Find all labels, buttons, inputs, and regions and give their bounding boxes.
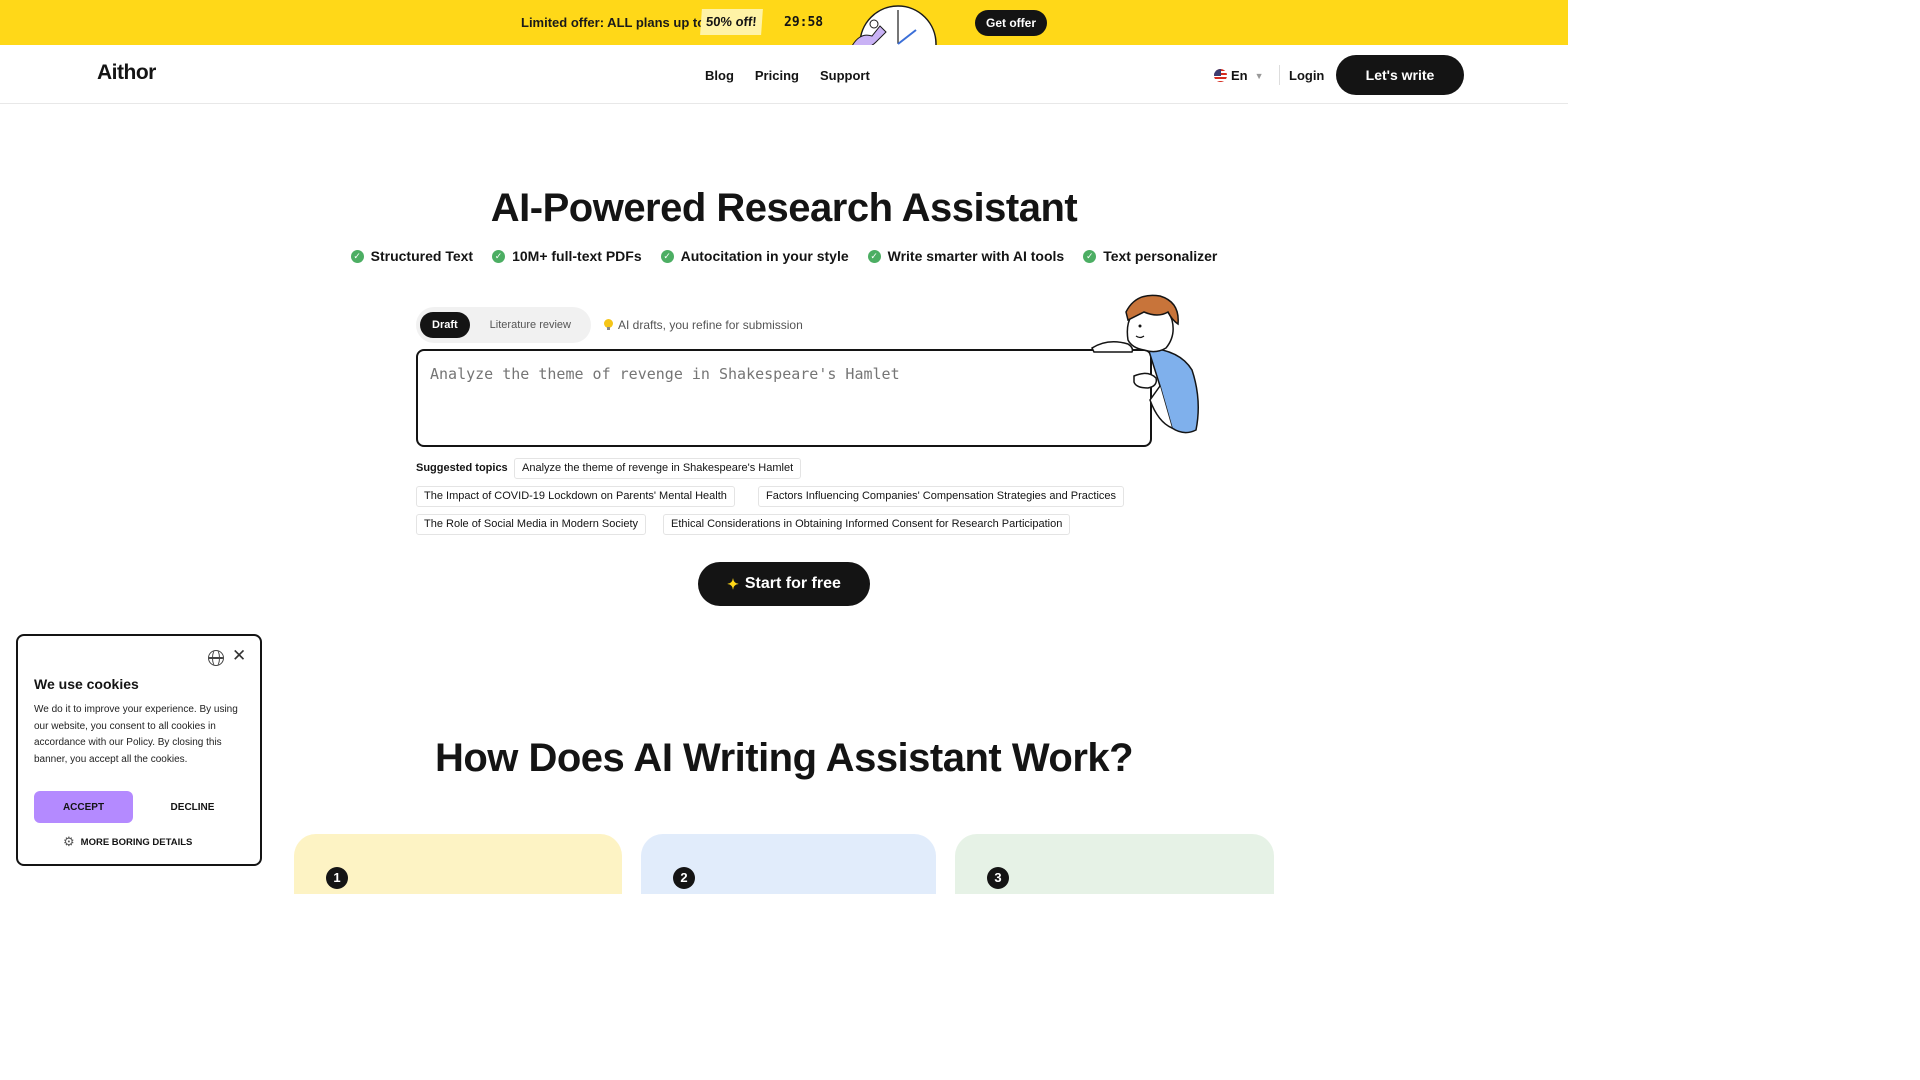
nav-support-link[interactable]: Support <box>820 68 870 83</box>
step-card-3: 3 <box>955 834 1274 894</box>
cookie-banner: ✕ We use cookies We do it to improve you… <box>16 634 262 866</box>
close-icon[interactable]: ✕ <box>232 646 246 666</box>
feature-label: Write smarter with AI tools <box>887 248 1065 264</box>
more-details-link[interactable]: ⚙ MORE BORING DETAILS <box>63 834 192 850</box>
accept-cookies-button[interactable]: ACCEPT <box>34 791 133 823</box>
feature-label: Autocitation in your style <box>680 248 849 264</box>
step-number: 3 <box>987 867 1009 889</box>
suggested-topic-chip[interactable]: Analyze the theme of revenge in Shakespe… <box>514 458 802 479</box>
check-circle-icon: ✓ <box>492 249 506 263</box>
hint-text: AI drafts, you refine for submission <box>618 318 803 332</box>
tab-literature-review[interactable]: Literature review <box>478 312 583 338</box>
suggested-topic-chip[interactable]: The Impact of COVID-19 Lockdown on Paren… <box>416 486 735 507</box>
aithor-logo[interactable]: Aithor <box>97 61 156 85</box>
step-number: 2 <box>673 867 695 889</box>
step-card-1: 1 <box>294 834 622 894</box>
language-selector[interactable]: En ▼ <box>1214 68 1264 83</box>
get-offer-button[interactable]: Get offer <box>975 10 1047 36</box>
main-nav: Blog Pricing Support <box>705 68 870 83</box>
clock-illustration-icon <box>846 2 942 45</box>
globe-icon[interactable] <box>208 650 224 666</box>
feature-label: Text personalizer <box>1103 248 1218 264</box>
start-for-free-button[interactable]: ✦ Start for free <box>698 562 870 606</box>
suggested-topic-chip[interactable]: Ethical Considerations in Obtaining Info… <box>663 514 1071 535</box>
nav-pricing-link[interactable]: Pricing <box>755 68 799 83</box>
feature-item: ✓ Autocitation in your style <box>660 248 849 264</box>
start-button-label: Start for free <box>744 575 841 592</box>
login-link[interactable]: Login <box>1289 68 1324 83</box>
hero-title: AI-Powered Research Assistant <box>490 186 1078 230</box>
feature-label: 10M+ full-text PDFs <box>512 248 642 264</box>
lightbulb-icon <box>604 319 613 331</box>
topic-input-box <box>416 349 1152 447</box>
check-circle-icon: ✓ <box>660 249 674 263</box>
character-illustration <box>1088 290 1208 440</box>
decline-cookies-button[interactable]: DECLINE <box>143 791 242 823</box>
promo-bar: Limited offer: ALL plans up to 50% off! … <box>0 0 1568 45</box>
nav-blog-link[interactable]: Blog <box>705 68 734 83</box>
feature-item: ✓ Write smarter with AI tools <box>867 248 1065 264</box>
topic-input[interactable] <box>430 365 1130 383</box>
feature-item: ✓ Text personalizer <box>1083 248 1217 264</box>
check-circle-icon: ✓ <box>1083 249 1097 263</box>
lets-write-button[interactable]: Let's write <box>1336 55 1464 95</box>
check-circle-icon: ✓ <box>350 249 364 263</box>
step-number: 1 <box>326 867 348 889</box>
feature-item: ✓ Structured Text <box>350 248 474 264</box>
cookie-description: We do it to improve your experience. By … <box>34 704 238 765</box>
suggested-topic-chip[interactable]: The Role of Social Media in Modern Socie… <box>416 514 646 535</box>
suggested-topic-chip[interactable]: Factors Influencing Companies' Compensat… <box>758 486 1125 507</box>
us-flag-icon <box>1214 69 1227 82</box>
feature-list: ✓ Structured Text ✓ 10M+ full-text PDFs ✓ A… <box>0 248 1568 264</box>
more-details-label: MORE BORING DETAILS <box>80 836 193 848</box>
sparkle-icon: ✦ <box>727 575 739 592</box>
mode-hint: AI drafts, you refine for submission <box>604 318 803 332</box>
promo-countdown-timer: 29:58 <box>784 15 824 30</box>
mode-tabs: Draft Literature review <box>416 307 591 343</box>
tab-draft[interactable]: Draft <box>420 312 470 338</box>
site-header: Aithor Blog Pricing Support En ▼ Login L… <box>0 45 1568 104</box>
feature-label: Structured Text <box>370 248 474 264</box>
language-label: En <box>1231 68 1248 83</box>
chevron-down-icon: ▼ <box>1254 70 1264 81</box>
feature-item: ✓ 10M+ full-text PDFs <box>492 248 642 264</box>
cookie-title: We use cookies <box>34 676 139 692</box>
promo-text: Limited offer: ALL plans up to <box>521 15 706 30</box>
gear-icon: ⚙ <box>63 834 75 849</box>
step-card-2: 2 <box>641 834 936 894</box>
promo-discount-badge: 50% off! <box>700 9 763 35</box>
check-circle-icon: ✓ <box>867 249 881 263</box>
suggested-topics-label: Suggested topics <box>416 462 508 474</box>
header-divider <box>1279 65 1280 85</box>
